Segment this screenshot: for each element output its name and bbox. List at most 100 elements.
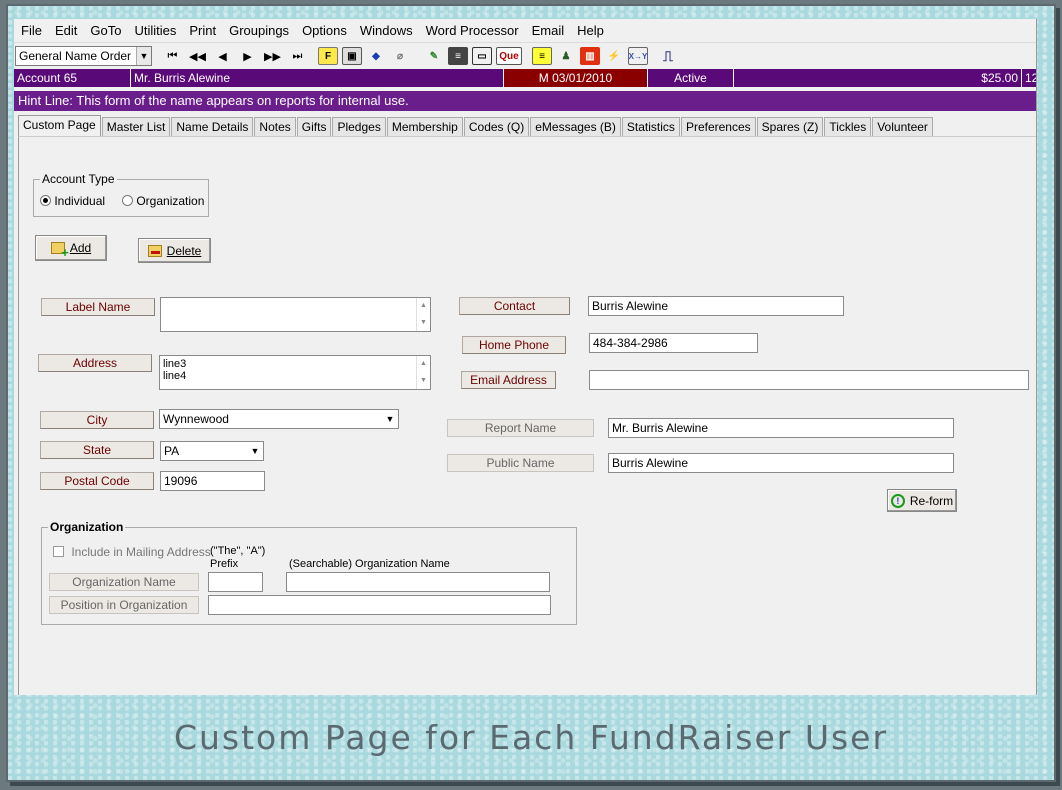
home-phone-button[interactable]: Home Phone [462, 336, 566, 354]
gift-icon[interactable]: ▥ [580, 47, 600, 65]
radio-selected-icon [40, 195, 51, 206]
home-phone-value: 484-384-2986 [593, 336, 668, 350]
city-combo[interactable]: Wynnewood ▼ [159, 409, 399, 429]
menu-windows[interactable]: Windows [360, 23, 413, 38]
xy-icon[interactable]: X→Y [628, 47, 648, 65]
organization-name-input[interactable] [286, 572, 550, 592]
lightning-icon[interactable]: ⚡ [604, 47, 624, 65]
card-icon[interactable]: ▭ [472, 47, 492, 65]
chevron-down-icon[interactable]: ▼ [383, 411, 397, 427]
email-address-input[interactable] [589, 370, 1029, 390]
menu-goto[interactable]: GoTo [90, 23, 121, 38]
tab-spares[interactable]: Spares (Z) [756, 117, 824, 136]
menu-groupings[interactable]: Groupings [229, 23, 289, 38]
exit-door-icon[interactable]: ⎍ [658, 47, 678, 65]
tab-membership[interactable]: Membership [386, 117, 463, 136]
tab-tickles[interactable]: Tickles [824, 117, 872, 136]
account-date: M 03/01/2010 [504, 69, 648, 87]
menu-options[interactable]: Options [302, 23, 347, 38]
position-in-organization-button[interactable]: Position in Organization [49, 596, 199, 614]
address-textarea[interactable]: line3 line4 ▲ ▼ [159, 355, 431, 390]
label-name-button[interactable]: Label Name [41, 298, 155, 316]
rewind-icon[interactable]: ◀◀ [185, 50, 210, 63]
checkbox-icon [53, 546, 64, 557]
pencil-icon[interactable]: ✎ [424, 47, 444, 65]
report-name-value: Mr. Burris Alewine [612, 421, 709, 435]
menu-utilities[interactable]: Utilities [134, 23, 176, 38]
tab-name-details[interactable]: Name Details [171, 117, 254, 136]
menu-email[interactable]: Email [532, 23, 565, 38]
account-amount: $25.00 [734, 69, 1022, 87]
organization-name-button[interactable]: Organization Name [49, 573, 199, 591]
menu-word-processor[interactable]: Word Processor [426, 23, 519, 38]
queue-button[interactable]: Que [496, 47, 522, 65]
contact-value: Burris Alewine [592, 299, 669, 313]
state-button[interactable]: State [40, 441, 154, 459]
prefix-input[interactable] [208, 572, 263, 592]
address-line-2: line4 [163, 370, 187, 382]
radio-organization[interactable]: Organization [122, 194, 204, 208]
tab-volunteer[interactable]: Volunteer [872, 117, 933, 136]
tab-master-list[interactable]: Master List [101, 117, 171, 136]
home-phone-input[interactable]: 484-384-2986 [589, 333, 758, 353]
tab-preferences[interactable]: Preferences [680, 117, 756, 136]
add-button-label: Add [69, 241, 92, 255]
tab-statistics[interactable]: Statistics [621, 117, 680, 136]
include-mailing-checkbox[interactable]: Include in Mailing Address [53, 545, 211, 559]
report-name-input[interactable]: Mr. Burris Alewine [608, 418, 954, 438]
public-name-input[interactable]: Burris Alewine [608, 453, 954, 473]
add-folder-icon: + [50, 242, 69, 259]
chevron-down-icon[interactable]: ▼ [248, 443, 262, 459]
fast-forward-icon[interactable]: ▶▶ [260, 50, 285, 63]
tag-icon[interactable]: ◆ [366, 47, 386, 65]
postal-code-value: 19096 [164, 474, 198, 488]
menu-edit[interactable]: Edit [55, 23, 77, 38]
last-record-icon[interactable]: ⏭ [285, 50, 310, 63]
label-name-textarea[interactable]: ▲ ▼ [160, 297, 431, 332]
toolbar: General Name Order ▼ ⏮ ◀◀ ◀ ▶ ▶▶ ⏭ F ▣ ◆… [14, 45, 1036, 67]
public-name-button[interactable]: Public Name [447, 454, 594, 472]
note-icon[interactable]: ≡ [532, 47, 552, 65]
contact-button[interactable]: Contact [459, 297, 570, 315]
report-name-button[interactable]: Report Name [447, 419, 594, 437]
reform-button-label: Re-form [909, 493, 954, 508]
menu-print[interactable]: Print [189, 23, 216, 38]
label-name-scrollbar[interactable]: ▲ ▼ [416, 298, 430, 331]
add-button[interactable]: + Add [35, 235, 107, 261]
menu-file[interactable]: File [21, 23, 42, 38]
menu-help[interactable]: Help [577, 23, 604, 38]
database-icon[interactable]: ≡ [448, 47, 468, 65]
goto-icon[interactable]: ⌀ [390, 47, 410, 65]
email-address-button[interactable]: Email Address [461, 371, 556, 389]
city-button[interactable]: City [40, 411, 154, 429]
name-order-select[interactable]: General Name Order ▼ [15, 46, 152, 66]
tab-emessages[interactable]: eMessages (B) [530, 117, 621, 136]
address-button[interactable]: Address [38, 354, 152, 372]
delete-folder-icon [147, 244, 162, 257]
delete-button[interactable]: Delete [138, 238, 211, 263]
person-icon[interactable]: ♟ [556, 47, 576, 65]
radio-organization-label: Organization [136, 194, 205, 208]
state-combo[interactable]: PA ▼ [160, 441, 264, 461]
first-record-icon[interactable]: ⏮ [160, 50, 185, 63]
radio-individual-label: Individual [54, 194, 106, 208]
next-record-icon[interactable]: ▶ [235, 50, 260, 63]
contact-input[interactable]: Burris Alewine [588, 296, 844, 316]
print-icon[interactable]: ▣ [342, 47, 362, 65]
address-scrollbar[interactable]: ▲ ▼ [416, 356, 430, 389]
reform-button[interactable]: ! Re-form [887, 489, 957, 512]
filter-icon[interactable]: F [318, 47, 338, 65]
position-in-organization-input[interactable] [208, 595, 551, 615]
tab-pledges[interactable]: Pledges [332, 117, 386, 136]
postal-code-input[interactable]: 19096 [160, 471, 265, 491]
state-value: PA [164, 444, 180, 458]
tab-custom-page[interactable]: Custom Page [18, 115, 101, 136]
prev-record-icon[interactable]: ◀ [210, 50, 235, 63]
searchable-org-label: (Searchable) Organization Name [289, 558, 450, 570]
tab-notes[interactable]: Notes [254, 117, 296, 136]
radio-individual[interactable]: Individual [40, 194, 105, 208]
tab-gifts[interactable]: Gifts [296, 117, 332, 136]
tab-codes[interactable]: Codes (Q) [463, 117, 530, 136]
postal-code-button[interactable]: Postal Code [40, 472, 154, 490]
refresh-icon: ! [890, 493, 905, 508]
